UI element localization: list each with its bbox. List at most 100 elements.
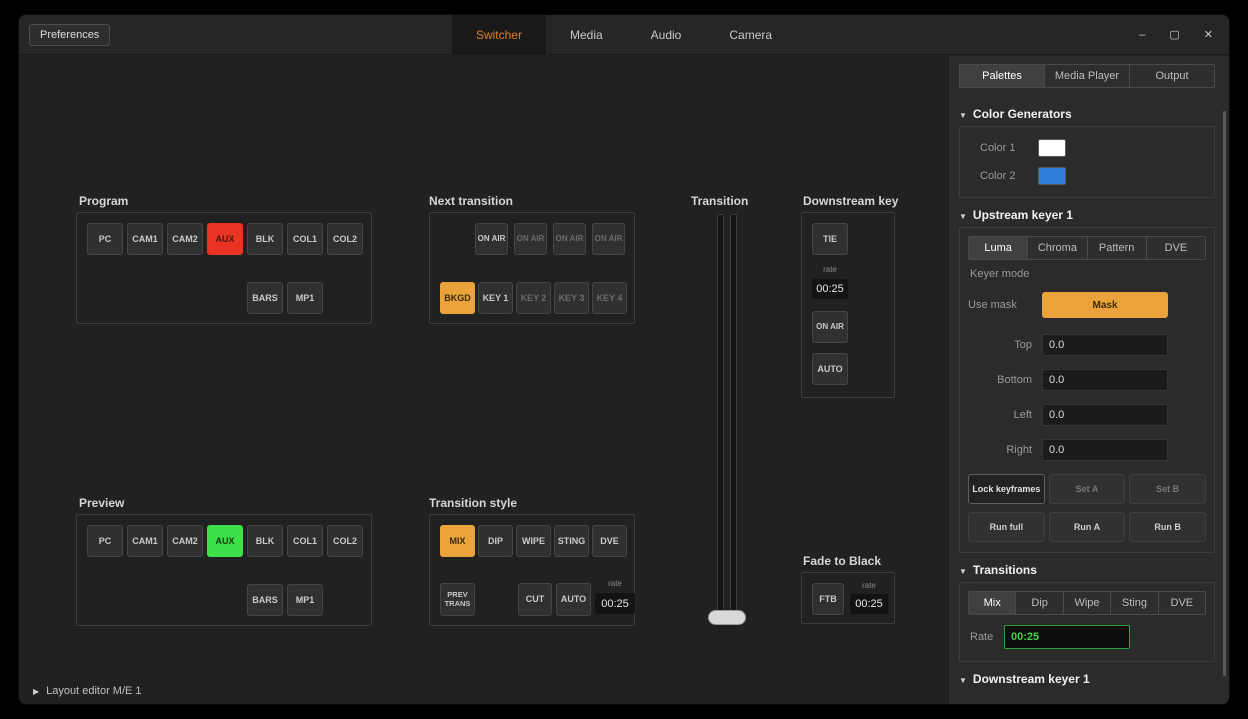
mask-left-label: Left [968,409,1032,421]
section-transitions[interactable]: Transitions [959,558,1215,582]
key4-button[interactable]: KEY 4 [592,282,627,314]
key1-onair-button[interactable]: ON AIR [475,223,508,255]
style-sting-button[interactable]: STING [554,525,589,557]
set-b-button[interactable]: Set B [1129,474,1206,504]
program-source-mp1[interactable]: MP1 [287,282,323,314]
style-dip-button[interactable]: DIP [478,525,513,557]
run-full-button[interactable]: Run full [968,512,1045,542]
tab-palettes[interactable]: Palettes [960,65,1045,87]
layout-editor-toggle[interactable]: Layout editor M/E 1 [33,685,142,697]
preview-source-mp1[interactable]: MP1 [287,584,323,616]
transition-rate-input[interactable] [1004,625,1130,649]
tab-switcher[interactable]: Switcher [452,15,546,55]
color1-swatch[interactable] [1038,139,1066,157]
preview-source-blk[interactable]: BLK [247,525,283,557]
maximize-icon[interactable] [1169,28,1179,41]
run-b-button[interactable]: Run B [1129,512,1206,542]
dsk-onair-button[interactable]: ON AIR [812,311,848,343]
tab-media[interactable]: Media [546,15,627,55]
key1-button[interactable]: KEY 1 [478,282,513,314]
downstream-key-title: Downstream key [803,194,898,208]
auto-button[interactable]: AUTO [556,583,591,616]
keyer-tab-luma[interactable]: Luma [969,237,1028,259]
transition-tab-dip[interactable]: Dip [1016,592,1063,614]
next-transition-group: ON AIR ON AIR ON AIR ON AIR BKGD KEY 1 K… [429,212,635,324]
layout-editor-label: Layout editor M/E 1 [46,685,141,697]
program-source-col2[interactable]: COL2 [327,223,363,255]
keyer-tab-pattern[interactable]: Pattern [1088,237,1147,259]
mask-top-input[interactable] [1042,334,1168,356]
tab-camera[interactable]: Camera [705,15,796,55]
section-downstream-keyer[interactable]: Downstream keyer 1 [959,667,1215,691]
ftb-button[interactable]: FTB [812,583,844,615]
color2-swatch[interactable] [1038,167,1066,185]
mask-toggle-button[interactable]: Mask [1042,292,1168,318]
program-source-col1[interactable]: COL1 [287,223,323,255]
panel-tabs: Palettes Media Player Output [959,64,1215,88]
color-generators-title: Color Generators [973,107,1072,121]
set-a-button[interactable]: Set A [1049,474,1126,504]
transition-rate-value[interactable]: 00:25 [595,593,635,614]
preview-source-col2[interactable]: COL2 [327,525,363,557]
mask-top-label: Top [968,339,1032,351]
tab-output[interactable]: Output [1130,65,1214,87]
key3-button[interactable]: KEY 3 [554,282,589,314]
style-mix-button[interactable]: MIX [440,525,475,557]
key3-onair-button[interactable]: ON AIR [553,223,586,255]
lock-keyframes-button[interactable]: Lock keyframes [968,474,1045,504]
program-source-bars[interactable]: BARS [247,282,283,314]
fader-track [717,214,724,614]
mask-bottom-input[interactable] [1042,369,1168,391]
fader-handle[interactable] [708,610,746,625]
transition-tab-sting[interactable]: Sting [1111,592,1158,614]
transition-tab-dve[interactable]: DVE [1159,592,1205,614]
key2-onair-button[interactable]: ON AIR [514,223,547,255]
tab-media-player[interactable]: Media Player [1045,65,1130,87]
preview-source-cam2[interactable]: CAM2 [167,525,203,557]
preview-source-col1[interactable]: COL1 [287,525,323,557]
run-buttons-row: Run full Run A Run B [968,512,1206,542]
preview-source-cam1[interactable]: CAM1 [127,525,163,557]
keyer-tab-dve[interactable]: DVE [1147,237,1205,259]
minimize-icon[interactable] [1139,29,1145,41]
cut-button[interactable]: CUT [518,583,552,616]
mask-left-input[interactable] [1042,404,1168,426]
bkgd-button[interactable]: BKGD [440,282,475,314]
dsk-tie-button[interactable]: TIE [812,223,848,255]
key2-button[interactable]: KEY 2 [516,282,551,314]
keyer-tab-chroma[interactable]: Chroma [1028,237,1087,259]
color1-row: Color 1 [980,139,1206,157]
collapse-icon [959,208,967,222]
dsk-auto-button[interactable]: AUTO [812,353,848,385]
ftb-rate-value[interactable]: 00:25 [850,594,888,614]
preview-source-pc[interactable]: PC [87,525,123,557]
preview-source-aux[interactable]: AUX [207,525,243,557]
dsk-rate-value[interactable]: 00:25 [812,279,848,299]
program-source-aux[interactable]: AUX [207,223,243,255]
transition-title: Transition [691,194,748,208]
run-a-button[interactable]: Run A [1049,512,1126,542]
preview-source-bars[interactable]: BARS [247,584,283,616]
tab-audio[interactable]: Audio [627,15,706,55]
program-source-blk[interactable]: BLK [247,223,283,255]
close-icon[interactable] [1204,28,1213,41]
program-source-pc[interactable]: PC [87,223,123,255]
section-color-generators[interactable]: Color Generators [959,102,1215,126]
prev-trans-button[interactable]: PREV TRANS [440,583,475,616]
section-upstream-keyer[interactable]: Upstream keyer 1 [959,203,1215,227]
program-source-cam2[interactable]: CAM2 [167,223,203,255]
preferences-button[interactable]: Preferences [29,24,110,46]
transition-tab-mix[interactable]: Mix [969,592,1016,614]
key4-onair-button[interactable]: ON AIR [592,223,625,255]
transition-style-group: MIX DIP WIPE STING DVE PREV TRANS CUT AU… [429,514,635,626]
mask-right-input[interactable] [1042,439,1168,461]
transition-type-tabs: Mix Dip Wipe Sting DVE [968,591,1206,615]
style-wipe-button[interactable]: WIPE [516,525,551,557]
style-dve-button[interactable]: DVE [592,525,627,557]
panel-scrollbar[interactable] [1223,111,1226,676]
keyframe-buttons-row: Lock keyframes Set A Set B [968,474,1206,504]
mask-bottom-label: Bottom [968,374,1032,386]
transition-tab-wipe[interactable]: Wipe [1064,592,1111,614]
color-generators-box: Color 1 Color 2 [959,126,1215,198]
program-source-cam1[interactable]: CAM1 [127,223,163,255]
